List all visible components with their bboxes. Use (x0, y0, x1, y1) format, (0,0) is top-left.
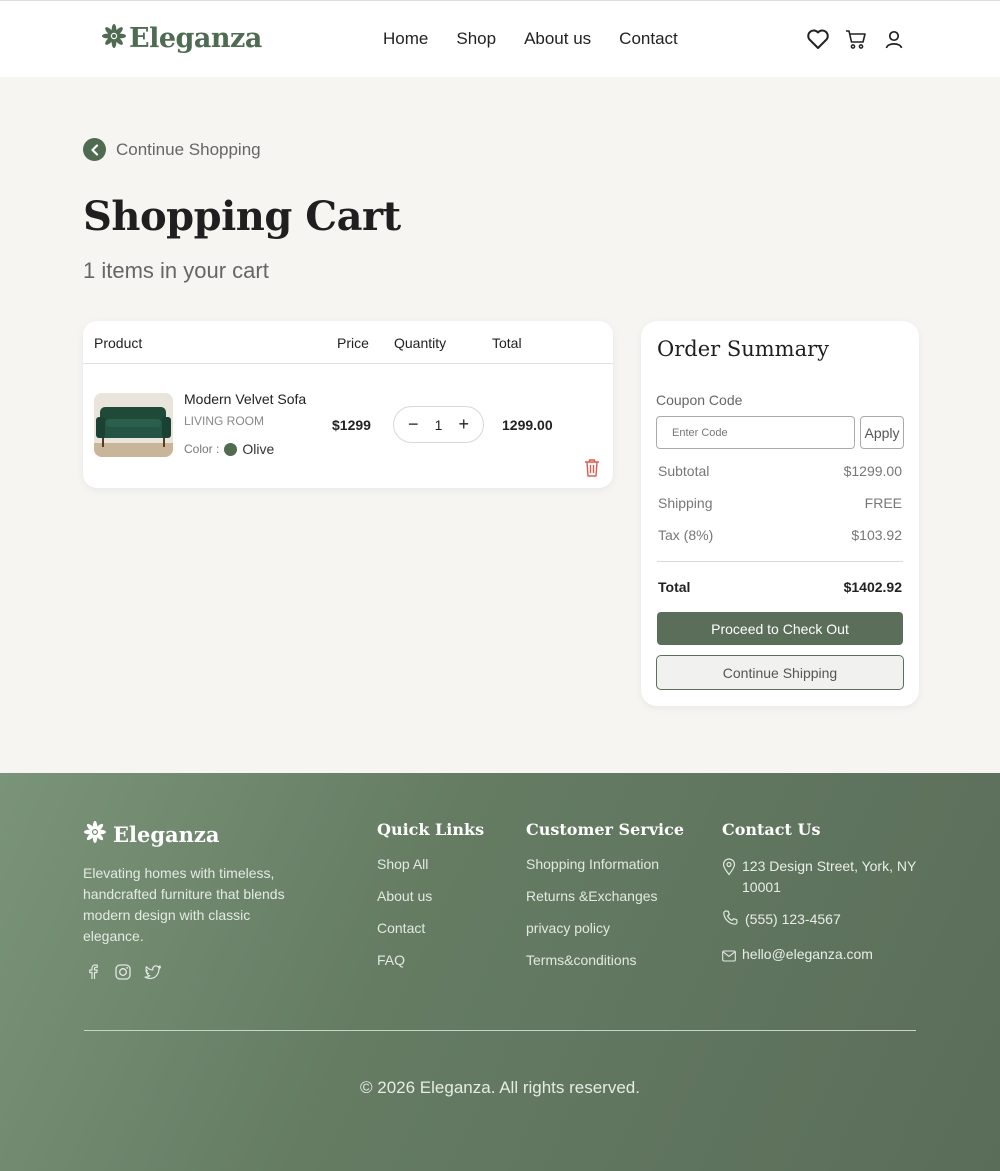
continue-shipping-button[interactable]: Continue Shipping (656, 655, 904, 690)
phone-icon (722, 909, 739, 933)
color-value: Olive (242, 441, 275, 457)
main-nav: Home Shop About us Contact (383, 29, 678, 49)
total-value: $1402.92 (843, 579, 902, 595)
product-image[interactable] (94, 393, 173, 457)
nav-contact[interactable]: Contact (619, 29, 678, 49)
top-navbar: Eleganza Home Shop About us Contact (0, 0, 1000, 77)
user-icon[interactable] (882, 27, 906, 51)
shipping-label: Shipping (658, 495, 713, 511)
cart-icon[interactable] (844, 27, 868, 51)
contact-column: Contact Us 123 Design Street, York, NY 1… (722, 820, 922, 968)
cart-item-count: 1 items in your cart (83, 258, 269, 283)
tax-row: Tax (8%) $103.92 (658, 527, 902, 543)
tax-value: $103.92 (851, 527, 902, 543)
increase-quantity-button[interactable]: + (458, 414, 469, 435)
product-color: Color : Olive (184, 441, 274, 457)
footer-link-terms[interactable]: Terms&conditions (526, 952, 684, 984)
page-title: Shopping Cart (83, 193, 401, 240)
contact-address: 123 Design Street, York, NY 10001 (722, 856, 922, 898)
cart-table-header: Product Price Quantity Total (83, 321, 613, 364)
apply-coupon-button[interactable]: Apply (860, 416, 904, 449)
nav-home[interactable]: Home (383, 29, 428, 49)
contact-title: Contact Us (722, 820, 821, 839)
facebook-icon[interactable] (84, 963, 102, 981)
chevron-left-icon (83, 138, 106, 161)
footer-link-shop-all[interactable]: Shop All (377, 856, 484, 888)
social-links (84, 963, 162, 981)
footer-brand-name: Eleganza (113, 822, 220, 847)
contact-phone[interactable]: (555) 123-4567 (722, 909, 922, 933)
quick-links-column: Quick Links Shop All About us Contact FA… (377, 820, 484, 984)
column-product: Product (94, 335, 143, 351)
nav-about[interactable]: About us (524, 29, 591, 49)
color-swatch (224, 442, 238, 456)
heart-icon[interactable] (806, 27, 830, 51)
flower-logo-icon (83, 820, 107, 849)
quantity-stepper: − 1 + (393, 406, 484, 443)
contact-address-text: 123 Design Street, York, NY 10001 (742, 858, 917, 895)
continue-shopping-link[interactable]: Continue Shopping (83, 138, 261, 161)
trash-icon[interactable] (584, 458, 600, 482)
footer-brand[interactable]: Eleganza (83, 820, 219, 849)
tax-label: Tax (8%) (658, 527, 714, 543)
summary-divider (657, 561, 903, 562)
footer-link-about[interactable]: About us (377, 888, 484, 920)
brand-logo[interactable]: Eleganza (101, 23, 262, 54)
coupon-label: Coupon Code (656, 392, 743, 408)
footer-link-returns[interactable]: Returns &Exchanges (526, 888, 684, 920)
quick-links-title: Quick Links (377, 820, 485, 839)
continue-shopping-label: Continue Shopping (116, 139, 261, 159)
footer-link-contact[interactable]: Contact (377, 920, 484, 952)
footer-link-shopping-info[interactable]: Shopping Information (526, 856, 684, 888)
column-price: Price (337, 335, 369, 351)
product-price: $1299 (332, 417, 371, 433)
mail-icon (722, 944, 736, 968)
footer-divider (84, 1030, 916, 1031)
header-actions (806, 27, 906, 51)
order-summary-title: Order Summary (657, 337, 829, 361)
location-pin-icon (722, 856, 736, 898)
nav-shop[interactable]: Shop (456, 29, 496, 49)
shipping-value: FREE (864, 495, 902, 511)
site-footer: Eleganza Elevating homes with timeless, … (0, 773, 1000, 1171)
total-row: Total $1402.92 (658, 579, 902, 595)
order-summary: Order Summary Coupon Code Apply Subtotal… (641, 321, 919, 706)
footer-description: Elevating homes with timeless, handcraft… (83, 865, 285, 944)
column-quantity: Quantity (394, 335, 447, 351)
total-label: Total (658, 579, 691, 595)
instagram-icon[interactable] (114, 963, 132, 981)
contact-email[interactable]: hello@eleganza.com (722, 944, 922, 968)
decrease-quantity-button[interactable]: − (408, 414, 419, 435)
subtotal-row: Subtotal $1299.00 (658, 463, 902, 479)
subtotal-label: Subtotal (658, 463, 710, 479)
copyright: © 2026 Eleganza. All rights reserved. (360, 1078, 640, 1097)
checkout-button[interactable]: Proceed to Check Out (657, 612, 903, 645)
coupon-input[interactable] (656, 416, 855, 449)
column-total: Total (492, 335, 522, 351)
flower-logo-icon (101, 23, 127, 54)
line-total: 1299.00 (502, 417, 553, 433)
twitter-icon[interactable] (144, 963, 162, 981)
product-category: LIVING ROOM (184, 414, 265, 428)
footer-link-privacy[interactable]: privacy policy (526, 920, 684, 952)
quantity-value: 1 (434, 416, 443, 433)
contact-email-text: hello@eleganza.com (742, 946, 873, 962)
brand-name: Eleganza (129, 23, 262, 54)
footer-link-faq[interactable]: FAQ (377, 952, 484, 984)
contact-phone-text: (555) 123-4567 (745, 911, 841, 927)
product-name[interactable]: Modern Velvet Sofa (184, 391, 306, 407)
color-label: Color : (184, 442, 220, 456)
subtotal-value: $1299.00 (843, 463, 902, 479)
customer-service-column: Customer Service Shopping Information Re… (526, 820, 684, 984)
customer-service-title: Customer Service (526, 820, 685, 839)
shipping-row: Shipping FREE (658, 495, 902, 511)
cart-table: Product Price Quantity Total Modern Velv… (83, 321, 613, 488)
